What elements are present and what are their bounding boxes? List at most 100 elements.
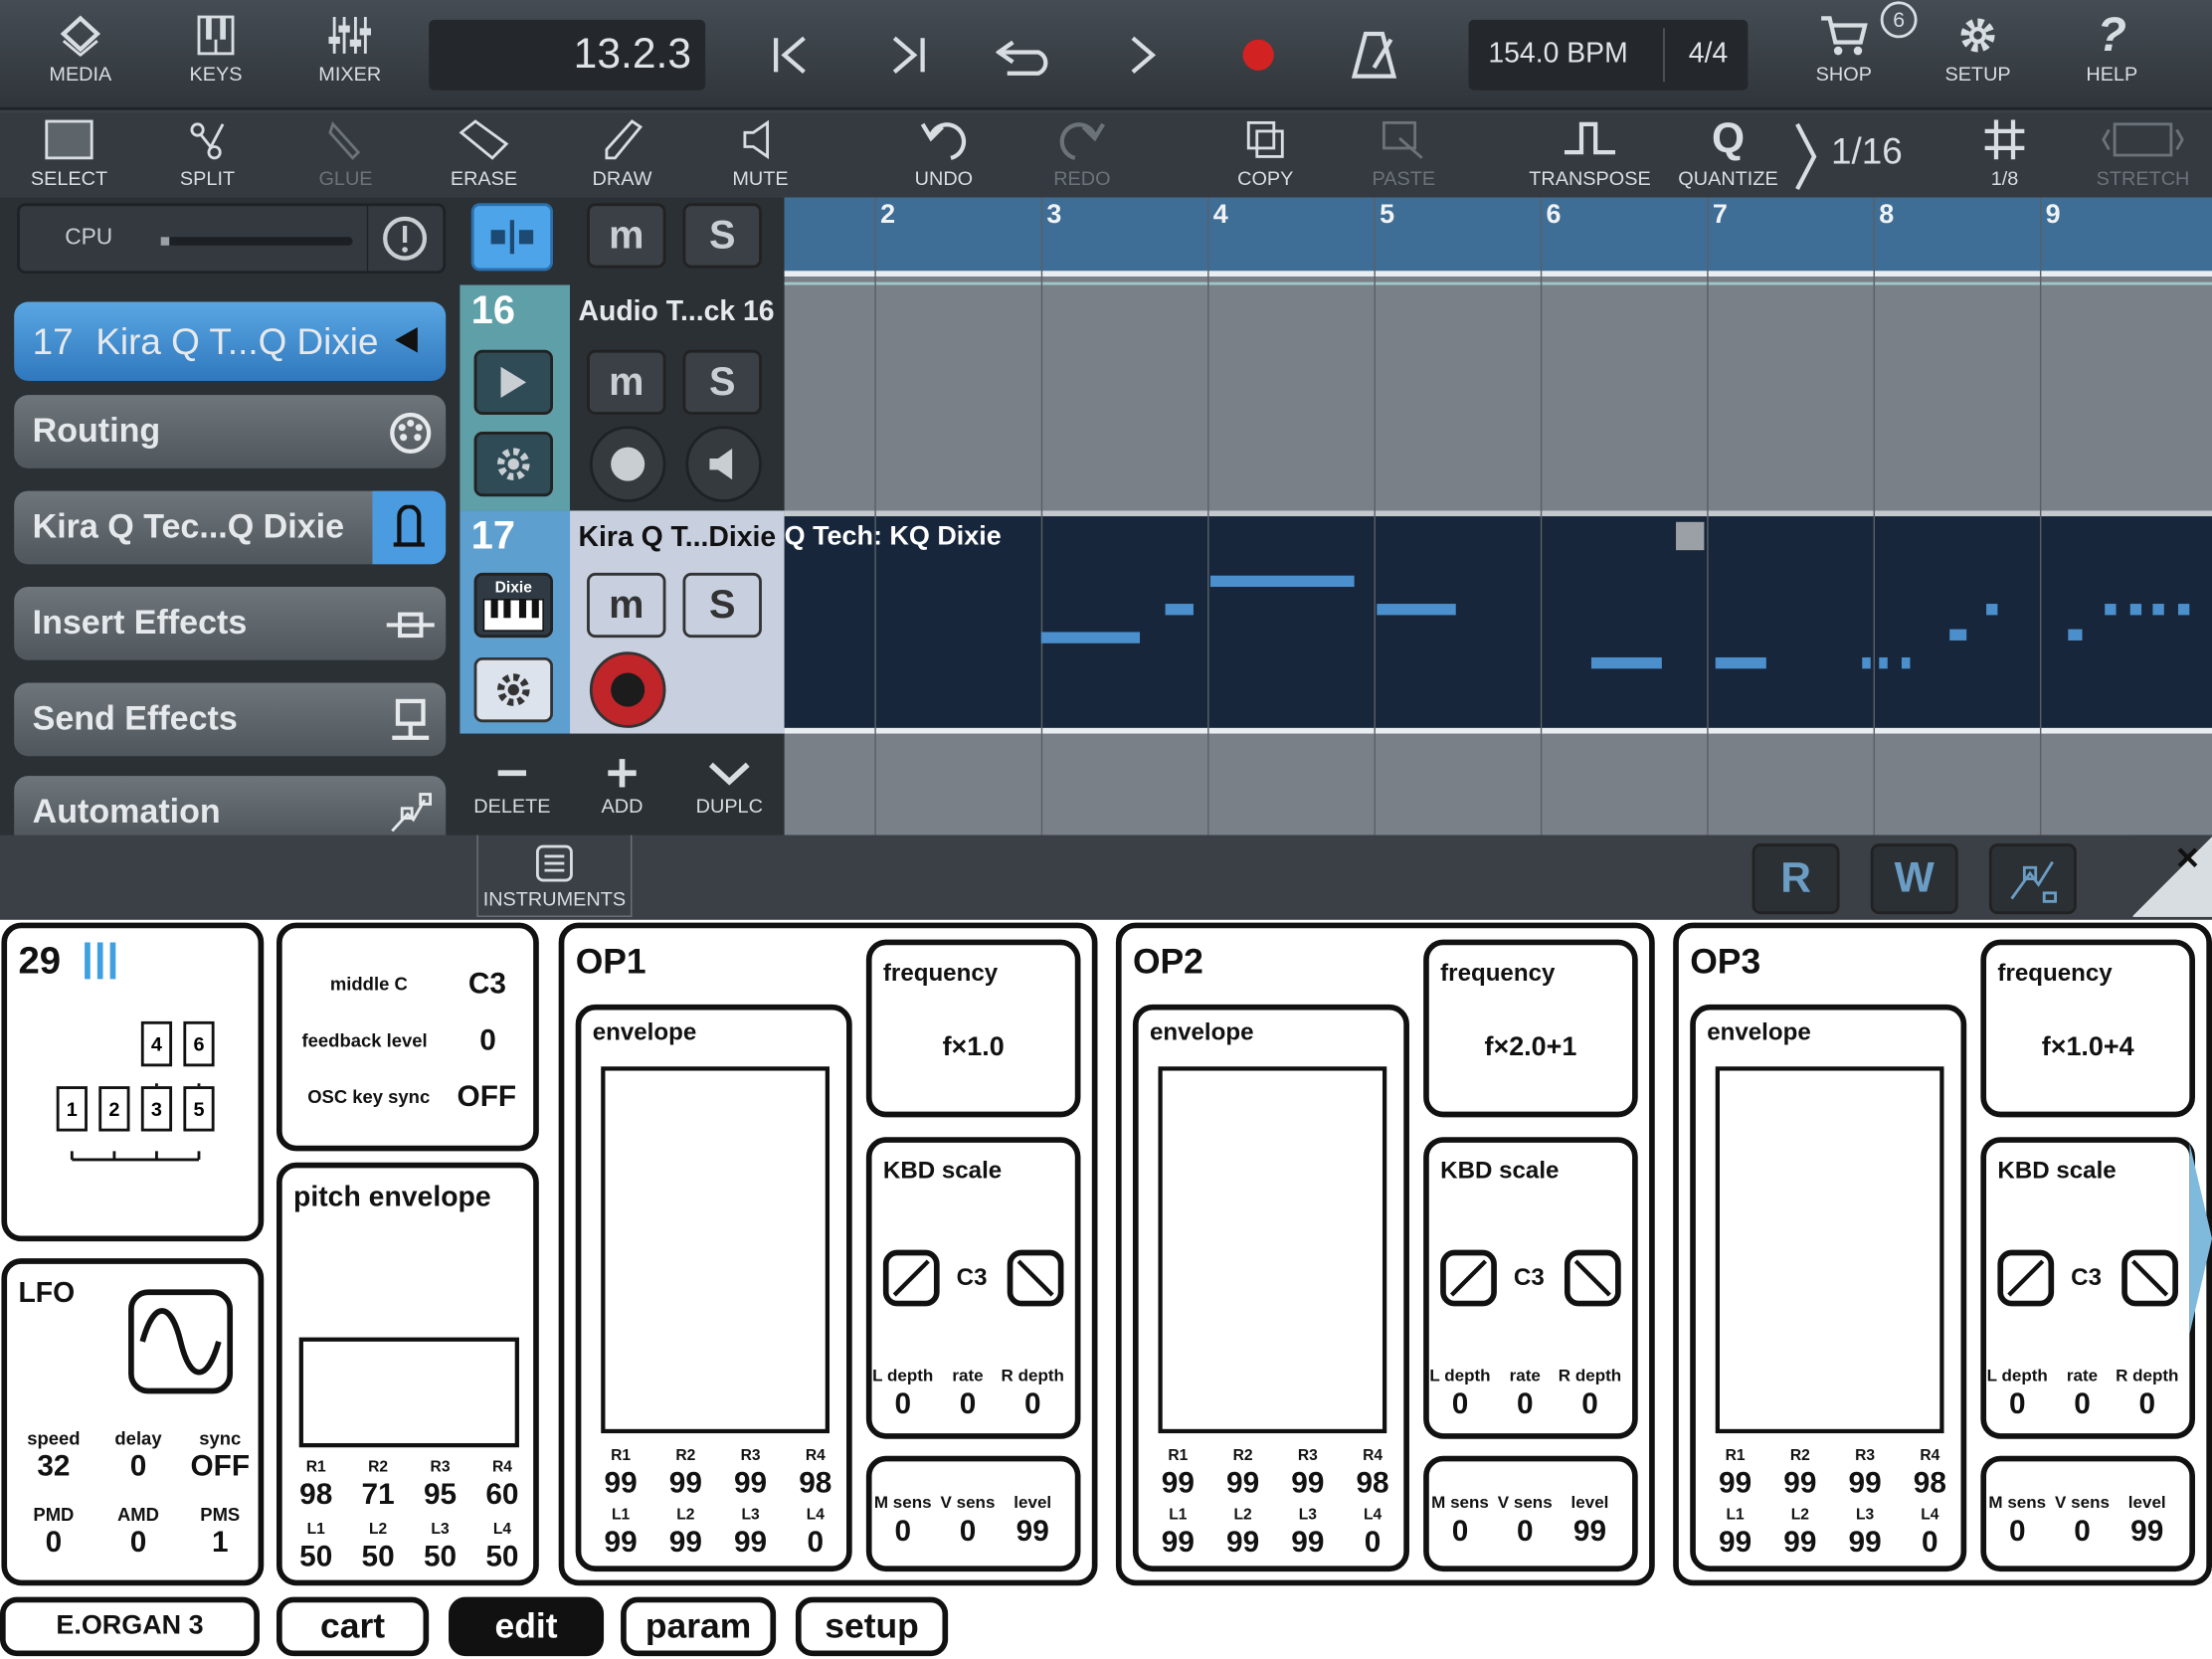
write-automation-button[interactable]: W <box>1870 843 1958 915</box>
op3-frequency-box[interactable]: frequency f×1.0+4 <box>1980 939 2195 1118</box>
middle-c-value[interactable]: C3 <box>468 968 506 1002</box>
automation-button[interactable]: Automation <box>14 776 447 838</box>
midi-note[interactable] <box>2068 629 2083 641</box>
op3-break-point[interactable]: C3 <box>2071 1264 2102 1292</box>
midi-note[interactable] <box>1165 604 1194 616</box>
midi-note[interactable] <box>2152 604 2164 616</box>
track-17-record-button[interactable] <box>589 651 666 728</box>
op2-l2-value[interactable]: 99 <box>1214 1527 1271 1561</box>
op1-lvl-value[interactable]: 99 <box>1002 1515 1063 1549</box>
pitch-l1-value[interactable]: 50 <box>287 1541 344 1574</box>
metronome-button[interactable] <box>1332 23 1416 88</box>
media-button[interactable]: MEDIA <box>31 11 129 98</box>
track-16-mute-button[interactable]: m <box>587 349 666 416</box>
pitch-l3-value[interactable]: 50 <box>412 1541 468 1574</box>
op3-l3-value[interactable]: 99 <box>1837 1527 1894 1561</box>
shop-button[interactable]: SHOP <box>1794 11 1893 98</box>
stretch-button[interactable]: STRETCH <box>2080 112 2207 197</box>
mute-tool[interactable]: MUTE <box>697 112 825 197</box>
split-tool[interactable]: SPLIT <box>144 112 272 197</box>
op1-kbd-rd-value[interactable]: 0 <box>1002 1388 1063 1422</box>
lfo-amd-value[interactable]: 0 <box>97 1527 179 1561</box>
op3-right-curve-button[interactable] <box>2121 1249 2178 1307</box>
op2-l3-value[interactable]: 99 <box>1279 1527 1336 1561</box>
grid-button[interactable]: 1/8 <box>1941 112 2069 197</box>
feedback-value[interactable]: 0 <box>479 1024 496 1058</box>
skip-end-button[interactable] <box>866 23 951 88</box>
op2-r1-value[interactable]: 99 <box>1150 1467 1206 1501</box>
op3-lvl-value[interactable]: 99 <box>2117 1515 2178 1549</box>
op2-l1-value[interactable]: 99 <box>1150 1527 1206 1561</box>
tempo-display[interactable]: 154.0 BPM 4/4 <box>1468 19 1749 91</box>
tab-setup[interactable]: setup <box>795 1596 949 1657</box>
op2-break-point[interactable]: C3 <box>1514 1264 1545 1292</box>
op1-envelope-graph[interactable] <box>601 1066 830 1434</box>
op1-break-point[interactable]: C3 <box>957 1264 988 1292</box>
op1-l2-value[interactable]: 99 <box>657 1527 714 1561</box>
op1-r4-value[interactable]: 98 <box>787 1467 843 1501</box>
midi-note[interactable] <box>1715 656 1766 669</box>
redo-button[interactable]: REDO <box>1018 112 1146 197</box>
pitch-envelope-panel[interactable]: pitch envelope R1 98 R2 71 R3 95 R4 60 L1 50 L2 50 L… <box>276 1162 539 1586</box>
op1-kbd-rate-value[interactable]: 0 <box>937 1388 999 1422</box>
track-17-solo-button[interactable]: S <box>682 572 762 639</box>
select-tool[interactable]: SELECT <box>6 112 133 197</box>
midi-note[interactable] <box>1209 575 1355 588</box>
pitch-envelope-graph[interactable] <box>298 1337 519 1448</box>
op3-l1-value[interactable]: 99 <box>1707 1527 1763 1561</box>
midi-note[interactable] <box>1949 629 1967 641</box>
op3-l2-value[interactable]: 99 <box>1771 1527 1828 1561</box>
osc-key-sync-value[interactable]: OFF <box>458 1080 517 1114</box>
op2-kbd-ld-value[interactable]: 0 <box>1429 1388 1491 1422</box>
op2-kbd-rate-value[interactable]: 0 <box>1494 1388 1556 1422</box>
op1-left-curve-button[interactable] <box>882 1249 940 1307</box>
op1-right-curve-button[interactable] <box>1007 1249 1064 1307</box>
lfo-delay-value[interactable]: 0 <box>97 1450 179 1484</box>
midi-note[interactable] <box>2129 604 2142 616</box>
op1-l3-value[interactable]: 99 <box>722 1527 779 1561</box>
copy-button[interactable]: COPY <box>1201 112 1329 197</box>
play-button[interactable] <box>1100 23 1185 88</box>
rewind-button[interactable] <box>748 23 832 88</box>
quantize-button[interactable]: Q QUANTIZE <box>1665 112 1792 197</box>
mixer-button[interactable]: MIXER <box>300 11 399 98</box>
selected-track[interactable]: 17 Kira Q T...Q Dixie <box>14 301 447 381</box>
op3-envelope-graph[interactable] <box>1715 1066 1944 1434</box>
op3-r4-value[interactable]: 98 <box>1902 1467 1958 1501</box>
insert-effects-button[interactable]: Insert Effects <box>14 587 447 660</box>
close-instrument-button[interactable]: ✕ <box>2132 834 2212 917</box>
timeline-ruler[interactable] <box>784 197 2212 272</box>
op2-r2-value[interactable]: 99 <box>1214 1467 1271 1501</box>
op3-r3-value[interactable]: 99 <box>1837 1467 1894 1501</box>
midi-note[interactable] <box>2177 604 2190 616</box>
undo-button[interactable]: UNDO <box>880 112 1008 197</box>
midi-note[interactable] <box>1040 632 1141 644</box>
midi-note[interactable] <box>1590 656 1662 669</box>
midi-note[interactable] <box>1986 604 1998 616</box>
op2-vs-value[interactable]: 0 <box>1494 1515 1556 1549</box>
op1-kbd-ld-value[interactable]: 0 <box>872 1388 934 1422</box>
tab-edit[interactable]: edit <box>449 1596 605 1657</box>
track-17-instrument-icon[interactable]: Dixie <box>473 572 554 639</box>
add-track-button[interactable]: ADD <box>579 756 666 817</box>
erase-tool[interactable]: ERASE <box>421 112 548 197</box>
delete-track-button[interactable]: DELETE <box>468 756 556 817</box>
lfo-sync-value[interactable]: OFF <box>179 1450 261 1484</box>
op1-l1-value[interactable]: 99 <box>593 1527 649 1561</box>
pitch-r1-value[interactable]: 98 <box>287 1478 344 1512</box>
global-solo-button[interactable]: S <box>682 203 762 269</box>
read-automation-button[interactable]: R <box>1751 843 1840 915</box>
global-mute-button[interactable]: m <box>587 203 666 269</box>
op3-l4-value[interactable]: 0 <box>1902 1527 1958 1561</box>
midi-note[interactable] <box>1377 604 1456 616</box>
automation-edit-button[interactable] <box>1988 843 2077 915</box>
op2-r3-value[interactable]: 99 <box>1279 1467 1336 1501</box>
op1-ms-value[interactable]: 0 <box>872 1515 934 1549</box>
lfo-pms-value[interactable]: 1 <box>179 1527 261 1561</box>
routing-button[interactable]: Routing <box>14 395 447 468</box>
arrangement-view[interactable]: Q Tech: KQ Dixie 23456789 <box>784 197 2212 835</box>
help-button[interactable]: ? HELP <box>2063 8 2161 98</box>
patch-name-button[interactable]: E.ORGAN 3 <box>0 1596 260 1657</box>
op2-left-curve-button[interactable] <box>1440 1249 1497 1307</box>
op3-r1-value[interactable]: 99 <box>1707 1467 1763 1501</box>
